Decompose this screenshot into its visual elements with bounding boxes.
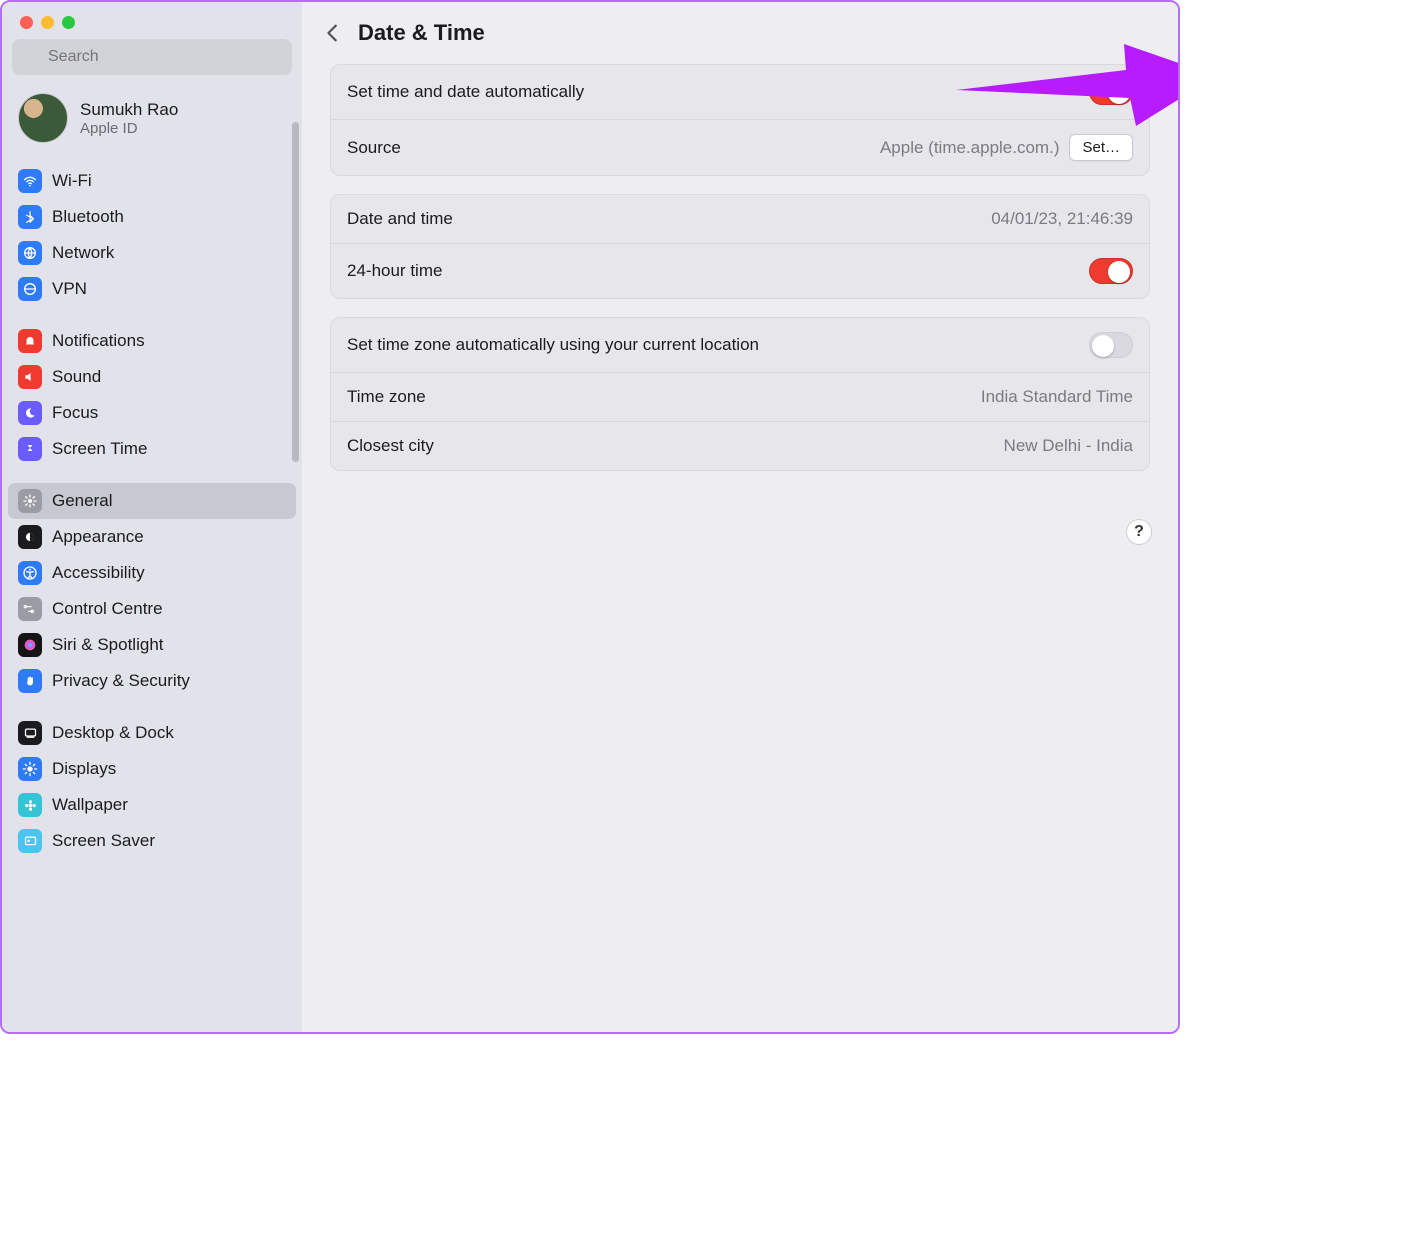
sidebar-item-vpn[interactable]: VPN <box>8 271 296 307</box>
sidebar-item-network[interactable]: Network <box>8 235 296 271</box>
sidebar-item-label: Network <box>52 243 114 263</box>
siri-icon <box>18 633 42 657</box>
toggle-switch[interactable] <box>1089 79 1133 105</box>
sun-icon <box>18 757 42 781</box>
search-input[interactable] <box>12 39 292 75</box>
sidebar-item-wallpaper[interactable]: Wallpaper <box>8 787 296 823</box>
row-label: Closest city <box>347 436 434 456</box>
sidebar-item-label: Privacy & Security <box>52 671 190 691</box>
main-pane: Date & Time Set time and date automatica… <box>302 2 1178 1032</box>
sidebar-list: Wi-Fi Bluetooth Network VPN Notifications Sou… <box>2 157 302 1032</box>
sidebar-item-label: Focus <box>52 403 98 423</box>
dock-icon <box>18 721 42 745</box>
sidebar-item-wi-fi[interactable]: Wi-Fi <box>8 163 296 199</box>
sidebar-item-label: Appearance <box>52 527 144 547</box>
row-value: Apple (time.apple.com.) <box>880 138 1060 158</box>
speaker-icon <box>18 365 42 389</box>
flower-icon <box>18 793 42 817</box>
sidebar-item-label: Notifications <box>52 331 145 351</box>
account-row[interactable]: Sumukh Rao Apple ID <box>2 83 302 157</box>
sidebar-item-label: Screen Saver <box>52 831 155 851</box>
sidebar-item-accessibility[interactable]: Accessibility <box>8 555 296 591</box>
sidebar-item-siri-spotlight[interactable]: Siri & Spotlight <box>8 627 296 663</box>
settings-row: Set time zone automatically using your c… <box>331 318 1149 372</box>
sidebar-item-bluetooth[interactable]: Bluetooth <box>8 199 296 235</box>
window-controls <box>2 2 302 39</box>
hand-icon <box>18 669 42 693</box>
sidebar-item-label: Wallpaper <box>52 795 128 815</box>
row-label: Set time and date automatically <box>347 82 584 102</box>
hourglass-icon <box>18 437 42 461</box>
back-button[interactable] <box>322 22 344 44</box>
sidebar-item-label: Sound <box>52 367 101 387</box>
gear-icon <box>18 489 42 513</box>
page-title: Date & Time <box>358 20 485 46</box>
sidebar-item-sound[interactable]: Sound <box>8 359 296 395</box>
sidebar-item-label: General <box>52 491 112 511</box>
settings-row: Source Apple (time.apple.com.) Set… <box>331 119 1149 175</box>
accessibility-icon <box>18 561 42 585</box>
search-container <box>2 39 302 83</box>
sidebar-item-label: Displays <box>52 759 116 779</box>
sidebar-item-notifications[interactable]: Notifications <box>8 323 296 359</box>
sidebar-item-screen-saver[interactable]: Screen Saver <box>8 823 296 859</box>
set-button[interactable]: Set… <box>1069 134 1133 161</box>
row-label: Time zone <box>347 387 426 407</box>
close-window-button[interactable] <box>20 16 33 29</box>
sidebar-item-label: Control Centre <box>52 599 163 619</box>
appearance-icon <box>18 525 42 549</box>
row-value: 04/01/23, 21:46:39 <box>991 209 1133 229</box>
content: Set time and date automatically Source App… <box>302 60 1178 509</box>
sidebar-item-appearance[interactable]: Appearance <box>8 519 296 555</box>
avatar <box>18 93 68 143</box>
settings-row: Date and time 04/01/23, 21:46:39 <box>331 195 1149 243</box>
sidebar: Sumukh Rao Apple ID Wi-Fi Bluetooth Networ… <box>2 2 302 1032</box>
toggle-switch[interactable] <box>1089 332 1133 358</box>
sidebar-item-label: Desktop & Dock <box>52 723 174 743</box>
sidebar-item-label: Accessibility <box>52 563 145 583</box>
bluetooth-icon <box>18 205 42 229</box>
sidebar-item-focus[interactable]: Focus <box>8 395 296 431</box>
settings-panel: Set time and date automatically Source App… <box>330 64 1150 176</box>
moon-icon <box>18 401 42 425</box>
sidebar-item-desktop-dock[interactable]: Desktop & Dock <box>8 715 296 751</box>
settings-panel: Set time zone automatically using your c… <box>330 317 1150 471</box>
settings-window: Sumukh Rao Apple ID Wi-Fi Bluetooth Networ… <box>0 0 1180 1034</box>
sidebar-item-screen-time[interactable]: Screen Time <box>8 431 296 467</box>
sidebar-item-label: Bluetooth <box>52 207 124 227</box>
main-header: Date & Time <box>302 2 1178 60</box>
sidebar-scrollbar[interactable] <box>292 122 299 462</box>
row-value: India Standard Time <box>981 387 1133 407</box>
sidebar-item-displays[interactable]: Displays <box>8 751 296 787</box>
help-button[interactable]: ? <box>1126 519 1152 545</box>
account-name: Sumukh Rao <box>80 100 178 120</box>
row-value: New Delhi - India <box>1004 436 1133 456</box>
row-label: Set time zone automatically using your c… <box>347 335 759 355</box>
sidebar-item-label: Wi-Fi <box>52 171 92 191</box>
row-label: Source <box>347 138 401 158</box>
settings-row: Time zone India Standard Time <box>331 372 1149 421</box>
toggle-switch[interactable] <box>1089 258 1133 284</box>
sidebar-item-label: Siri & Spotlight <box>52 635 164 655</box>
vpn-icon <box>18 277 42 301</box>
settings-row: Closest city New Delhi - India <box>331 421 1149 470</box>
screensaver-icon <box>18 829 42 853</box>
sidebar-item-label: Screen Time <box>52 439 147 459</box>
row-label: Date and time <box>347 209 453 229</box>
minimize-window-button[interactable] <box>41 16 54 29</box>
sidebar-item-privacy-security[interactable]: Privacy & Security <box>8 663 296 699</box>
settings-row: 24-hour time <box>331 243 1149 298</box>
globe-icon <box>18 241 42 265</box>
bell-icon <box>18 329 42 353</box>
sidebar-item-control-centre[interactable]: Control Centre <box>8 591 296 627</box>
wifi-icon <box>18 169 42 193</box>
settings-row: Set time and date automatically <box>331 65 1149 119</box>
control-icon <box>18 597 42 621</box>
settings-panel: Date and time 04/01/23, 21:46:39 24-hour t… <box>330 194 1150 299</box>
account-sub: Apple ID <box>80 120 178 137</box>
sidebar-item-general[interactable]: General <box>8 483 296 519</box>
sidebar-item-label: VPN <box>52 279 87 299</box>
fullscreen-window-button[interactable] <box>62 16 75 29</box>
row-label: 24-hour time <box>347 261 442 281</box>
